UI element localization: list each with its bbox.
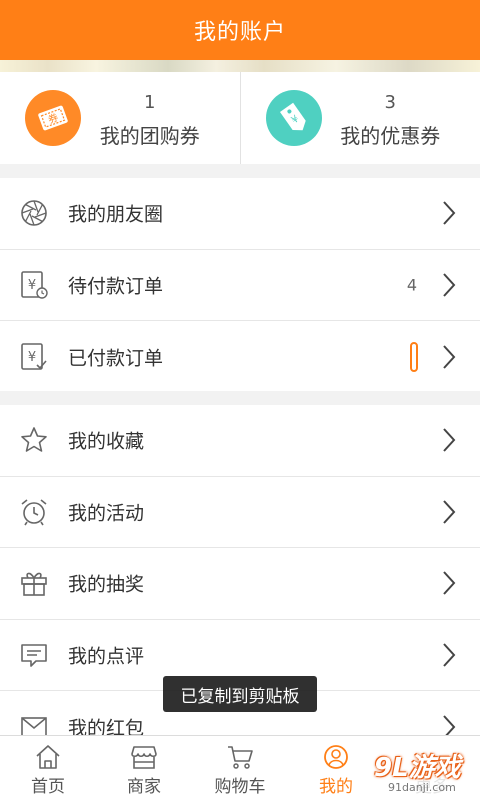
group-coupon-entry[interactable]: 券 1 我的团购券	[0, 72, 240, 164]
red-envelope-icon	[21, 716, 47, 735]
menu-item-label: 我的红包	[68, 717, 145, 735]
watermark-url: 91danji.com	[388, 781, 456, 794]
chevron-right-icon	[443, 500, 456, 524]
chevron-right-icon	[443, 345, 456, 369]
home-icon	[36, 745, 60, 769]
page-title: 我的账户	[193, 20, 286, 45]
unpaid-count-badge: 4	[406, 275, 417, 295]
copied-toast: 已复制到剪贴板	[163, 676, 317, 712]
order-menu-group: 我的朋友圈 ¥ 待付款订单 4 ¥ 已付款订单	[0, 178, 480, 391]
menu-item-label: 我的收藏	[68, 430, 145, 453]
svg-text:¥: ¥	[28, 350, 36, 365]
unpaid-order-icon: ¥	[21, 270, 48, 299]
coupon-summary: 券 1 我的团购券 ¥ 3 我的优惠券	[0, 72, 480, 164]
menu-item-friends-circle[interactable]: 我的朋友圈	[0, 178, 480, 250]
menu-item-activities[interactable]: 我的活动	[0, 477, 480, 548]
tab-shops[interactable]: 商家	[96, 736, 192, 800]
tab-label: 购物车	[214, 777, 266, 797]
chevron-right-icon	[443, 643, 456, 667]
banner-strip	[0, 60, 480, 72]
alarm-clock-icon	[21, 499, 47, 526]
discount-coupon-entry[interactable]: ¥ 3 我的优惠券	[239, 72, 480, 164]
chevron-right-icon	[443, 715, 456, 735]
chevron-right-icon	[443, 273, 456, 297]
site-watermark: 9L游戏 91danji.com	[368, 743, 480, 800]
menu-item-lottery[interactable]: 我的抽奖	[0, 548, 480, 620]
svg-text:¥: ¥	[28, 278, 36, 293]
chevron-right-icon	[443, 428, 456, 452]
paid-order-icon: ¥	[21, 342, 47, 370]
menu-item-paid-orders[interactable]: ¥ 已付款订单	[0, 321, 480, 393]
chevron-right-icon	[443, 201, 456, 225]
tab-home[interactable]: 首页	[0, 736, 96, 800]
tab-cart[interactable]: 购物车	[192, 736, 288, 800]
discount-coupon-count: 3	[384, 92, 396, 113]
gift-icon	[21, 572, 47, 597]
menu-item-label: 我的点评	[68, 645, 145, 668]
shop-icon	[131, 746, 157, 769]
menu-item-label: 我的朋友圈	[68, 203, 164, 226]
menu-item-label: 已付款订单	[68, 347, 164, 370]
top-bar: 我的账户	[0, 0, 480, 60]
paid-count-badge	[410, 341, 418, 372]
comment-icon	[21, 643, 47, 667]
profile-icon	[324, 745, 348, 769]
watermark-logo-text: 9L游戏	[374, 753, 461, 783]
group-coupon-label: 我的团购券	[99, 124, 200, 148]
star-icon	[21, 427, 47, 453]
menu-item-label: 我的抽奖	[68, 573, 145, 596]
group-coupon-count: 1	[144, 92, 156, 113]
tab-label: 首页	[31, 777, 65, 797]
cart-icon	[228, 746, 253, 769]
menu-item-label: 待付款订单	[68, 275, 164, 298]
discount-coupon-label: 我的优惠券	[340, 124, 441, 148]
chevron-right-icon	[443, 571, 456, 595]
menu-item-favorites[interactable]: 我的收藏	[0, 405, 480, 477]
aperture-icon	[21, 200, 47, 227]
menu-item-unpaid-orders[interactable]: ¥ 待付款订单 4	[0, 250, 480, 321]
tab-label: 商家	[127, 777, 161, 797]
menu-item-label: 我的活动	[68, 502, 145, 525]
